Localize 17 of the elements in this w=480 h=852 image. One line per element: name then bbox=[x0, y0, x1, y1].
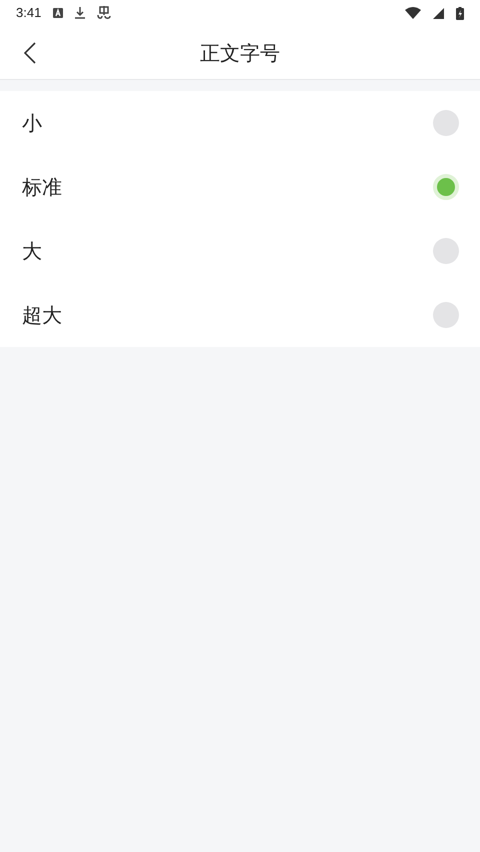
font-size-option[interactable]: 小 bbox=[0, 91, 480, 155]
back-icon bbox=[24, 42, 36, 64]
page-title: 正文字号 bbox=[200, 40, 280, 66]
font-size-option[interactable]: 大 bbox=[0, 219, 480, 283]
status-time: 3:41 bbox=[16, 4, 42, 22]
download-icon bbox=[75, 7, 86, 19]
font-size-option[interactable]: 超大 bbox=[0, 283, 480, 347]
battery-icon bbox=[456, 6, 464, 20]
radio-button[interactable] bbox=[433, 174, 459, 200]
radio-button[interactable] bbox=[433, 302, 459, 328]
wifi-icon bbox=[405, 7, 421, 19]
radio-button[interactable] bbox=[433, 110, 459, 136]
app-notification-icon bbox=[97, 6, 112, 20]
signal-icon bbox=[433, 8, 444, 18]
font-size-option[interactable]: 标准 bbox=[0, 155, 480, 219]
notification-icon bbox=[53, 8, 64, 18]
radio-button[interactable] bbox=[433, 238, 459, 264]
